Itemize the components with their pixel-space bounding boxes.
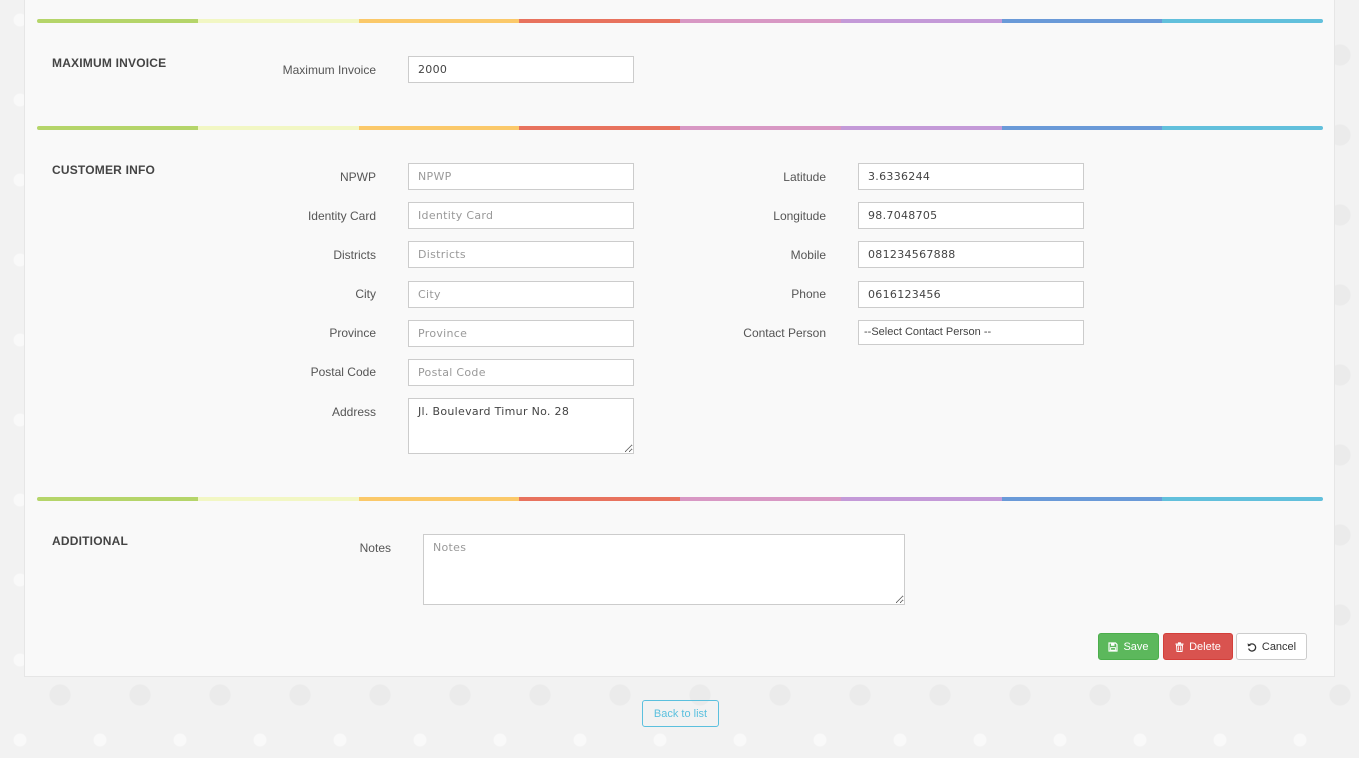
npwp-label: NPWP <box>340 170 376 184</box>
districts-input[interactable] <box>408 241 634 268</box>
divider-segment <box>197 497 359 501</box>
identity-card-label: Identity Card <box>307 209 376 223</box>
address-textarea[interactable]: Jl. Boulevard Timur No. 28 <box>408 398 634 454</box>
phone-input[interactable] <box>858 281 1084 308</box>
section-title-customer-info: CUSTOMER INFO <box>52 163 156 177</box>
divider-segment <box>197 19 359 23</box>
divider-segment <box>1001 497 1163 501</box>
divider-segment <box>1162 19 1323 23</box>
divider-segment <box>197 126 359 130</box>
divider-segment <box>37 497 198 501</box>
phone-label: Phone <box>791 287 826 301</box>
divider-segment <box>37 19 198 23</box>
divider-segment <box>1162 497 1323 501</box>
divider-segment <box>840 126 1002 130</box>
divider-segment <box>519 497 680 501</box>
floppy-disk-icon <box>1108 641 1119 652</box>
city-input[interactable] <box>408 281 634 308</box>
districts-label: Districts <box>333 248 376 262</box>
divider-segment <box>680 126 841 130</box>
identity-card-input[interactable] <box>408 202 634 229</box>
cancel-button-label: Cancel <box>1261 640 1297 653</box>
divider-segment <box>1001 19 1163 23</box>
save-button-label: Save <box>1123 640 1149 653</box>
latitude-input[interactable] <box>858 163 1084 190</box>
delete-button[interactable]: Delete <box>1163 633 1233 660</box>
divider-segment <box>358 497 520 501</box>
undo-icon <box>1247 642 1257 652</box>
section-divider <box>37 19 1323 23</box>
postal-code-input[interactable] <box>408 359 634 386</box>
notes-label: Notes <box>359 541 391 555</box>
divider-segment <box>519 19 680 23</box>
divider-segment <box>680 497 841 501</box>
cancel-button[interactable]: Cancel <box>1236 633 1307 660</box>
contact-person-label: Contact Person <box>743 326 826 340</box>
save-button[interactable]: Save <box>1098 633 1159 660</box>
maximum-invoice-input[interactable] <box>408 56 634 83</box>
notes-textarea[interactable] <box>423 534 905 605</box>
divider-segment <box>840 497 1002 501</box>
longitude-input[interactable] <box>858 202 1084 229</box>
divider-segment <box>1162 126 1323 130</box>
divider-segment <box>680 19 841 23</box>
section-divider <box>37 126 1323 130</box>
mobile-input[interactable] <box>858 241 1084 268</box>
divider-segment <box>37 126 198 130</box>
divider-segment <box>840 19 1002 23</box>
back-to-list-button[interactable]: Back to list <box>642 700 719 727</box>
address-label: Address <box>331 405 376 419</box>
divider-segment <box>358 126 520 130</box>
divider-segment <box>1001 126 1163 130</box>
province-input[interactable] <box>408 320 634 347</box>
city-label: City <box>355 287 376 301</box>
section-title-maximum-invoice: MAXIMUM INVOICE <box>52 56 167 70</box>
province-label: Province <box>329 326 376 340</box>
maximum-invoice-label: Maximum Invoice <box>282 63 376 77</box>
delete-button-label: Delete <box>1189 640 1221 653</box>
trash-icon <box>1175 641 1184 652</box>
section-title-additional: ADDITIONAL <box>52 534 128 548</box>
postal-code-label: Postal Code <box>310 365 376 379</box>
divider-segment <box>519 126 680 130</box>
section-divider <box>37 497 1323 501</box>
mobile-label: Mobile <box>790 248 826 262</box>
longitude-label: Longitude <box>773 209 826 223</box>
divider-segment <box>358 19 520 23</box>
npwp-input[interactable] <box>408 163 634 190</box>
latitude-label: Latitude <box>783 170 826 184</box>
contact-person-select[interactable]: --Select Contact Person -- <box>858 320 1084 345</box>
